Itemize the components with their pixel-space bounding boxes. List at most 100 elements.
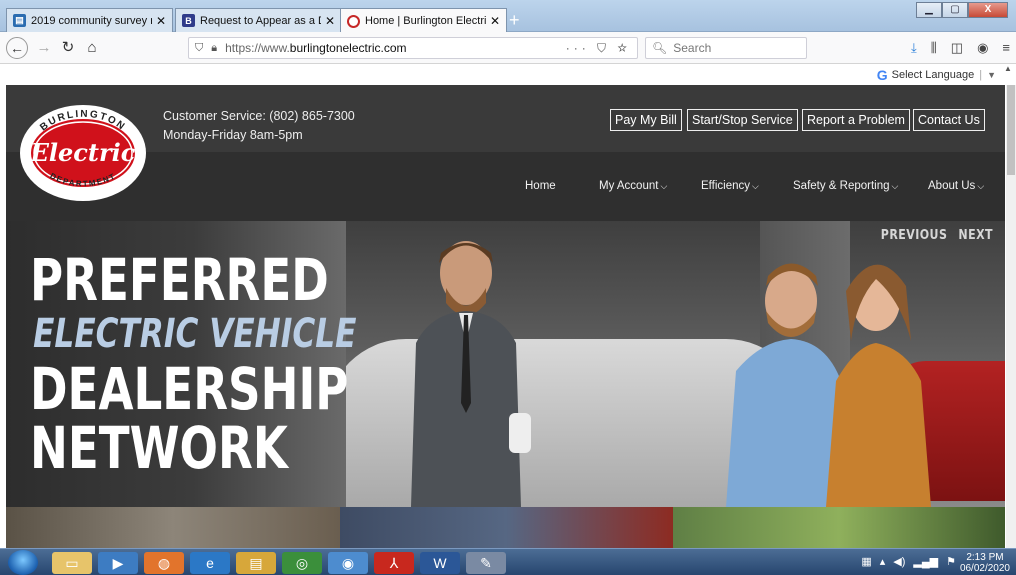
search-input[interactable]: 🔍︎ Search bbox=[645, 37, 807, 59]
burlington-electric-logo[interactable]: BURLINGTON Electric DEPARTMENT bbox=[18, 103, 148, 203]
url-text[interactable]: https://www.burlingtonelectric.com bbox=[225, 41, 566, 55]
tab-burlington-electric[interactable]: Home | Burlington Electric Dep ✕ bbox=[340, 8, 507, 33]
customer-service-hours: Monday-Friday 8am-5pm bbox=[163, 128, 303, 142]
word-icon[interactable]: W bbox=[420, 552, 460, 574]
nav-label: Home bbox=[525, 180, 556, 192]
chevron-down-icon: ⌵ bbox=[977, 181, 985, 191]
system-tray: ▦ ▴ ◀) ▂▄▆ ⚑ bbox=[861, 555, 956, 568]
search-icon: 🔍︎ bbox=[652, 41, 668, 55]
bed-favicon-icon bbox=[347, 14, 360, 28]
nav-about-us[interactable]: About Us ⌵ bbox=[928, 180, 984, 192]
library-icon[interactable]: ⫼ bbox=[931, 40, 937, 56]
previous-slide-button[interactable]: PREVIOUS bbox=[881, 228, 948, 243]
nav-efficiency[interactable]: Efficiency ⌵ bbox=[701, 180, 759, 192]
customer-service-info: Customer Service: (802) 865-7300 Monday-… bbox=[163, 107, 355, 145]
nav-my-account[interactable]: My Account ⌵ bbox=[599, 180, 667, 192]
toolbar-icons: ⤓ ⫼ ◫ ◉ ≡ bbox=[911, 40, 1010, 56]
show-hidden-icons[interactable]: ▴ bbox=[880, 555, 886, 568]
url-host: burlingtonelectric.com bbox=[289, 41, 407, 55]
back-arrow-icon[interactable]: ← bbox=[6, 37, 28, 59]
feature-tile-house[interactable] bbox=[340, 507, 673, 548]
file-explorer-icon[interactable]: ▭ bbox=[52, 552, 92, 574]
close-tab-icon[interactable]: ✕ bbox=[325, 14, 335, 28]
outlook-icon[interactable]: ◉ bbox=[328, 552, 368, 574]
download-icon[interactable]: ⤓ bbox=[911, 40, 917, 56]
clock-date: 06/02/2020 bbox=[959, 563, 1010, 574]
hero-slider[interactable]: PREFERRED ELECTRIC VEHICLE DEALERSHIP NE… bbox=[6, 221, 1005, 507]
maximize-button[interactable]: ▢ bbox=[942, 2, 968, 18]
network-icon[interactable]: ▂▄▆ bbox=[913, 555, 938, 568]
feature-tile-people[interactable] bbox=[6, 507, 340, 548]
menu-icon[interactable]: ≡ bbox=[1002, 40, 1010, 56]
account-icon[interactable]: ◉ bbox=[977, 40, 988, 56]
volume-icon[interactable]: ◀) bbox=[893, 555, 905, 568]
start-button[interactable] bbox=[8, 550, 38, 575]
search-placeholder: Search bbox=[673, 41, 712, 55]
shield-icon[interactable]: ⛉ bbox=[195, 42, 203, 55]
clock-time: 2:13 PM bbox=[966, 552, 1004, 563]
tab-survey-results[interactable]: ▤ 2019 community survey results ✕ bbox=[6, 8, 173, 32]
nav-label: About Us bbox=[928, 180, 976, 192]
website-content: BURLINGTON Electric DEPARTMENT Customer … bbox=[6, 85, 1005, 548]
couple-figure bbox=[726, 263, 931, 507]
close-tab-icon[interactable]: ✕ bbox=[490, 14, 500, 28]
flag-icon[interactable]: ⚑ bbox=[946, 555, 956, 568]
nav-safety-reporting[interactable]: Safety & Reporting ⌵ bbox=[793, 180, 898, 192]
paint-icon[interactable]: ✎ bbox=[466, 552, 506, 574]
chrome-icon[interactable]: ◎ bbox=[282, 552, 322, 574]
close-tab-icon[interactable]: ✕ bbox=[156, 14, 166, 28]
acrobat-icon[interactable]: ⅄ bbox=[374, 552, 414, 574]
minimize-button[interactable]: ▁ bbox=[916, 2, 942, 18]
hero-line-2: ELECTRIC VEHICLE bbox=[33, 311, 357, 357]
nav-label: Efficiency bbox=[701, 180, 751, 192]
next-slide-button[interactable]: NEXT bbox=[958, 228, 993, 243]
chevron-down-icon: ⌵ bbox=[752, 181, 759, 191]
forward-arrow-icon[interactable]: → bbox=[34, 38, 54, 58]
translate-bar: G Select Language | ▼ ▲ bbox=[0, 64, 1016, 85]
tab-request-delegation[interactable]: B Request to Appear as a Delegat ✕ bbox=[175, 8, 342, 32]
tab-title: 2019 community survey results bbox=[31, 14, 152, 27]
system-clock[interactable]: 2:13 PM 06/02/2020 bbox=[960, 552, 1010, 574]
internet-explorer-icon[interactable]: e bbox=[190, 552, 230, 574]
hero-line-3: DEALERSHIP bbox=[30, 355, 349, 423]
url-prefix: https://www. bbox=[225, 41, 290, 55]
slider-controls: PREVIOUS NEXT bbox=[874, 228, 993, 243]
page-actions-icons[interactable]: ··· ⛉ ☆ bbox=[566, 41, 631, 56]
logo-middle-text: Electric bbox=[30, 138, 136, 167]
feature-tile-outdoor[interactable] bbox=[673, 507, 1005, 548]
close-window-button[interactable]: X bbox=[968, 2, 1008, 18]
keyboard-icon[interactable]: ▦ bbox=[861, 555, 871, 568]
chevron-down-icon: ⌵ bbox=[660, 181, 668, 191]
tab-title: Request to Appear as a Delegat bbox=[200, 14, 321, 27]
salesman-figure bbox=[411, 241, 531, 507]
browser-toolbar: ← → ↻ ⌂ ⛉ 🔒︎ https://www.burlingtonelect… bbox=[0, 32, 1016, 64]
new-tab-icon[interactable]: + bbox=[509, 10, 520, 31]
report-problem-button[interactable]: Report a Problem bbox=[802, 109, 910, 131]
home-icon[interactable]: ⌂ bbox=[82, 38, 102, 58]
document-icon: ▤ bbox=[13, 14, 26, 27]
media-player-icon[interactable]: ▶ bbox=[98, 552, 138, 574]
sticky-notes-icon[interactable]: ▤ bbox=[236, 552, 276, 574]
hero-line-4: NETWORK bbox=[30, 414, 288, 482]
scroll-up-icon[interactable]: ▲ bbox=[1004, 64, 1014, 85]
reload-icon[interactable]: ↻ bbox=[58, 38, 78, 58]
hero-headline: PREFERRED ELECTRIC VEHICLE DEALERSHIP NE… bbox=[30, 251, 356, 478]
nav-label: My Account bbox=[599, 180, 659, 192]
language-selector[interactable]: G Select Language | ▼ bbox=[877, 67, 996, 83]
address-bar[interactable]: ⛉ 🔒︎ https://www.burlingtonelectric.com … bbox=[188, 37, 638, 59]
select-language-label: Select Language bbox=[891, 69, 975, 81]
lock-icon[interactable]: 🔒︎ bbox=[211, 42, 217, 55]
start-stop-service-button[interactable]: Start/Stop Service bbox=[687, 109, 798, 131]
sidebar-icon[interactable]: ◫ bbox=[951, 40, 963, 56]
contact-us-button[interactable]: Contact Us bbox=[913, 109, 985, 131]
windows-taskbar: ▭ ▶ ◍ e ▤ ◎ ◉ ⅄ W ✎ ▦ ▴ ◀) ▂▄▆ ⚑ 2:13 PM… bbox=[0, 548, 1016, 575]
site-favicon-icon: B bbox=[182, 14, 195, 27]
firefox-icon[interactable]: ◍ bbox=[144, 552, 184, 574]
scrollbar-thumb[interactable] bbox=[1007, 85, 1015, 175]
page-scrollbar[interactable] bbox=[1006, 85, 1016, 548]
pay-my-bill-button[interactable]: Pay My Bill bbox=[610, 109, 682, 131]
chevron-down-icon: ⌵ bbox=[891, 181, 899, 191]
nav-label: Safety & Reporting bbox=[793, 180, 890, 192]
google-g-icon: G bbox=[876, 67, 888, 83]
nav-home[interactable]: Home bbox=[525, 180, 556, 192]
